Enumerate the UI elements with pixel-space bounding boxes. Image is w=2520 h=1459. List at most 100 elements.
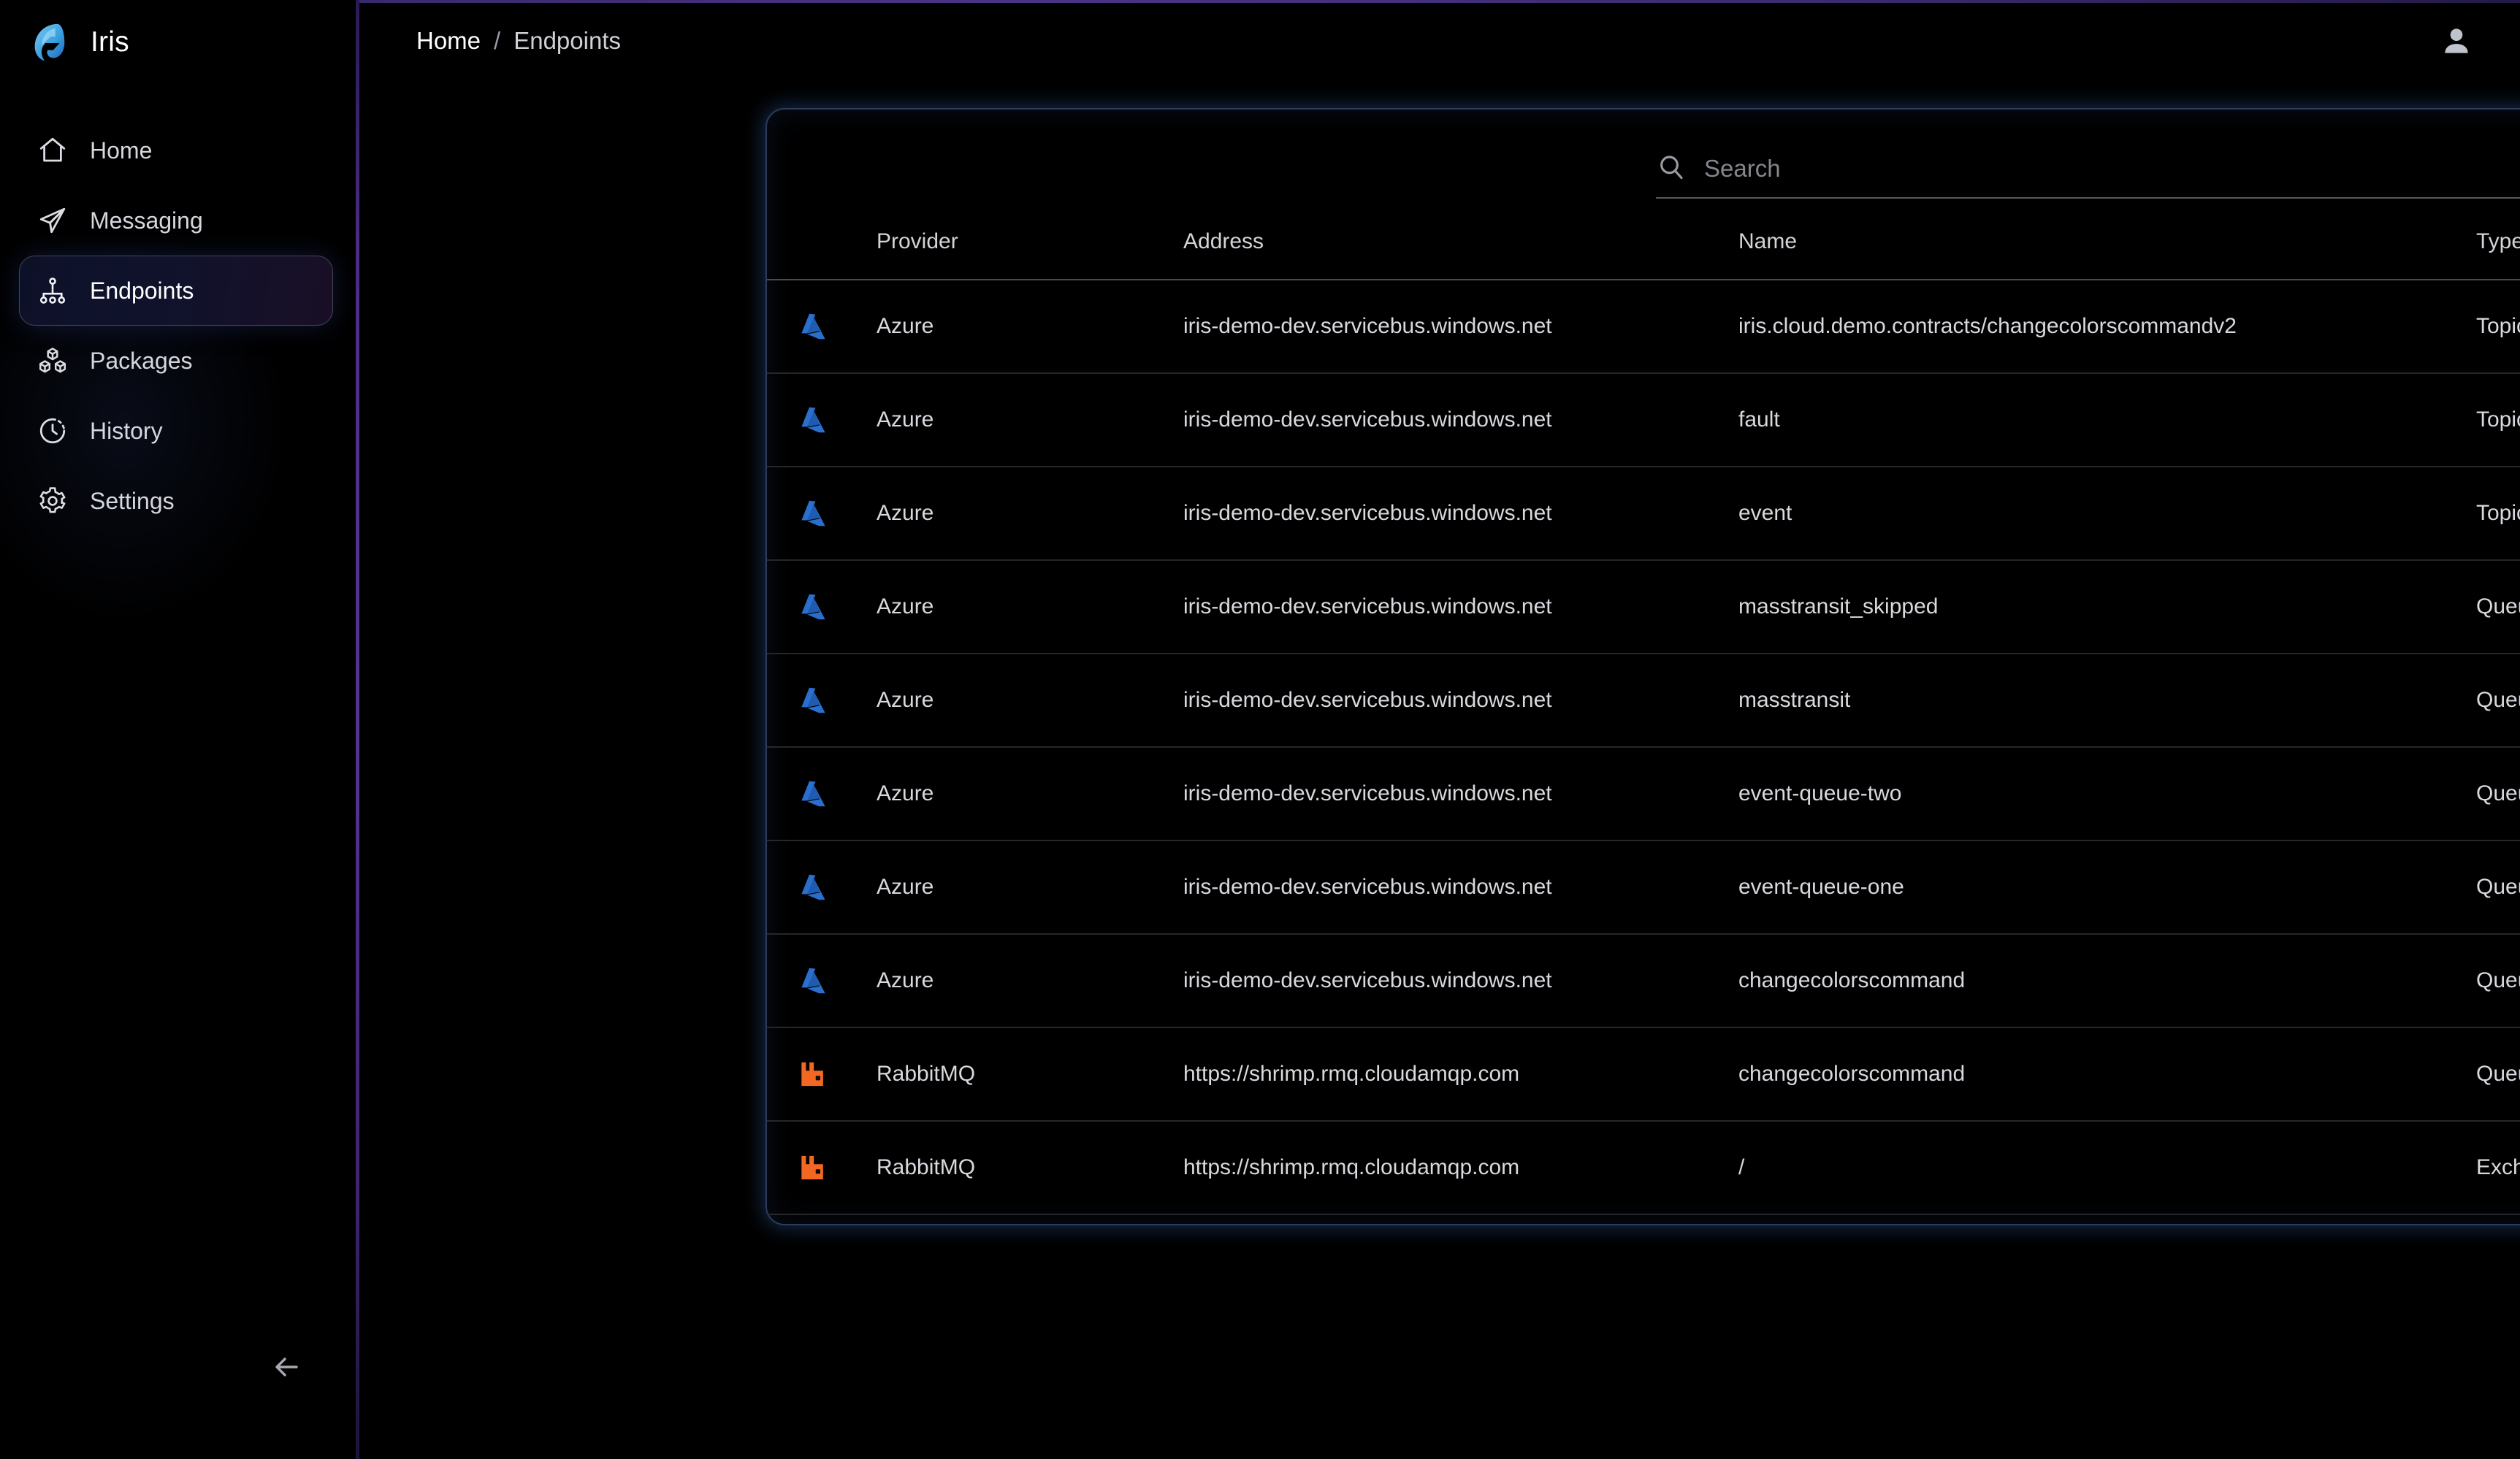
azure-icon (796, 871, 828, 903)
table-row[interactable]: Azure iris-demo-dev.servicebus.windows.ne… (767, 747, 2520, 841)
cell-address: iris-demo-dev.servicebus.windows.net (1183, 747, 1738, 841)
cell-address: iris-demo-dev.servicebus.windows.net (1183, 840, 1738, 935)
sidebar-nav: Home Messaging Endpoints Packages Histor… (0, 115, 359, 536)
cell-address: iris-demo-dev.servicebus.windows.net (1183, 467, 1738, 561)
provider-logo-cell (767, 467, 877, 561)
table-row[interactable]: Azure iris-demo-dev.servicebus.windows.ne… (767, 934, 2520, 1028)
table-row[interactable]: Azure iris-demo-dev.servicebus.windows.ne… (767, 467, 2520, 561)
cell-name: iris.cloud.demo.contracts/changecolorsco… (1738, 280, 2476, 374)
user-icon[interactable] (2437, 21, 2476, 61)
cell-type: Topic (2476, 280, 2520, 374)
azure-icon (796, 497, 828, 529)
azure-icon (796, 684, 828, 716)
azure-icon (796, 404, 828, 436)
cell-provider: Azure (877, 747, 1183, 841)
gear-icon (37, 486, 68, 516)
cell-provider: Azure (877, 840, 1183, 935)
provider-logo-cell (767, 373, 877, 467)
main-area: Home / Endpoints Search Provider Address… (359, 0, 2520, 1459)
sidebar-item-settings[interactable]: Settings (19, 466, 333, 536)
cell-address: iris-demo-dev.servicebus.windows.net (1183, 654, 1738, 748)
sidebar-item-label: Home (90, 137, 153, 164)
sidebar-item-label: History (90, 417, 163, 444)
table-head: Provider Address Name Type (767, 229, 2520, 280)
col-name[interactable]: Name (1738, 229, 2476, 280)
rabbitmq-icon (796, 1058, 828, 1090)
cell-provider: Azure (877, 560, 1183, 654)
cell-type: Queue (2476, 840, 2520, 935)
cell-address: https://shrimp.rmq.cloudamqp.com (1183, 1121, 1738, 1215)
provider-logo-cell (767, 747, 877, 841)
cell-name: fault (1738, 373, 2476, 467)
cell-provider: Azure (877, 467, 1183, 561)
cell-name: masstransit (1738, 654, 2476, 748)
col-address[interactable]: Address (1183, 229, 1738, 280)
arrow-left-icon[interactable] (269, 1349, 304, 1385)
provider-logo-cell (767, 280, 877, 374)
breadcrumb-current: Endpoints (513, 27, 621, 54)
cell-address: https://shrimp.rmq.cloudamqp.com (1183, 1027, 1738, 1122)
cell-provider: Azure (877, 373, 1183, 467)
cell-address: iris-demo-dev.servicebus.windows.net (1183, 280, 1738, 374)
provider-logo-cell (767, 840, 877, 935)
table-body: Azure iris-demo-dev.servicebus.windows.ne… (767, 280, 2520, 1215)
azure-icon (796, 310, 828, 342)
cell-type: Topic (2476, 373, 2520, 467)
azure-icon (796, 778, 828, 810)
provider-logo-cell (767, 1121, 877, 1215)
col-provider[interactable]: Provider (877, 229, 1183, 280)
cell-address: iris-demo-dev.servicebus.windows.net (1183, 560, 1738, 654)
cell-provider: RabbitMQ (877, 1121, 1183, 1215)
cell-provider: Azure (877, 934, 1183, 1028)
cell-type: Queue (2476, 747, 2520, 841)
table-row[interactable]: Azure iris-demo-dev.servicebus.windows.ne… (767, 840, 2520, 935)
boxes-icon (37, 345, 68, 376)
sidebar-item-packages[interactable]: Packages (19, 326, 333, 396)
provider-logo-cell (767, 1027, 877, 1122)
hierarchy-icon (37, 275, 68, 306)
sidebar-item-history[interactable]: History (19, 396, 333, 466)
endpoints-table: Provider Address Name Type Azure iris-dem… (767, 229, 2520, 1215)
table-row[interactable]: RabbitMQ https://shrimp.rmq.cloudamqp.com… (767, 1027, 2520, 1122)
cell-provider: Azure (877, 280, 1183, 374)
col-type[interactable]: Type (2476, 229, 2520, 280)
cell-name: / (1738, 1121, 2476, 1215)
table-row[interactable]: Azure iris-demo-dev.servicebus.windows.ne… (767, 280, 2520, 374)
azure-icon (796, 591, 828, 623)
rabbitmq-icon (796, 1152, 828, 1184)
table-row[interactable]: RabbitMQ https://shrimp.rmq.cloudamqp.com… (767, 1121, 2520, 1215)
brand[interactable]: Iris (0, 0, 359, 85)
cell-type: Topic (2476, 467, 2520, 561)
search-box[interactable] (1656, 152, 2520, 199)
table-row[interactable]: Azure iris-demo-dev.servicebus.windows.ne… (767, 373, 2520, 467)
cell-type: Queue (2476, 1027, 2520, 1122)
sidebar-collapse-area (0, 1306, 359, 1459)
table-header-row: Provider Address Name Type (767, 229, 2520, 280)
sidebar-item-label: Settings (90, 487, 175, 514)
table-row[interactable]: Azure iris-demo-dev.servicebus.windows.ne… (767, 654, 2520, 748)
sidebar: Iris Home Messaging Endpoints Packages H… (0, 0, 359, 1459)
brand-name: Iris (91, 26, 129, 58)
sidebar-item-home[interactable]: Home (19, 115, 333, 185)
sidebar-item-label: Endpoints (90, 277, 194, 304)
cell-name: masstransit_skipped (1738, 560, 2476, 654)
cell-name: event-queue-two (1738, 747, 2476, 841)
cell-type: Queue (2476, 934, 2520, 1028)
table-row[interactable]: Azure iris-demo-dev.servicebus.windows.ne… (767, 560, 2520, 654)
sidebar-item-endpoints[interactable]: Endpoints (19, 256, 333, 326)
sidebar-item-messaging[interactable]: Messaging (19, 185, 333, 256)
paper-plane-icon (37, 205, 68, 236)
home-icon (37, 135, 68, 166)
breadcrumb: Home / Endpoints (416, 27, 621, 55)
search-row (767, 110, 2520, 199)
cell-name: event (1738, 467, 2476, 561)
cell-address: iris-demo-dev.servicebus.windows.net (1183, 934, 1738, 1028)
provider-logo-cell (767, 560, 877, 654)
breadcrumb-separator: / (494, 27, 501, 54)
cell-name: changecolorscommand (1738, 1027, 2476, 1122)
col-provider-icon (767, 229, 877, 280)
cell-type: Queue (2476, 654, 2520, 748)
cell-type: Queue (2476, 560, 2520, 654)
breadcrumb-home[interactable]: Home (416, 27, 481, 55)
search-input[interactable] (1704, 155, 2520, 184)
